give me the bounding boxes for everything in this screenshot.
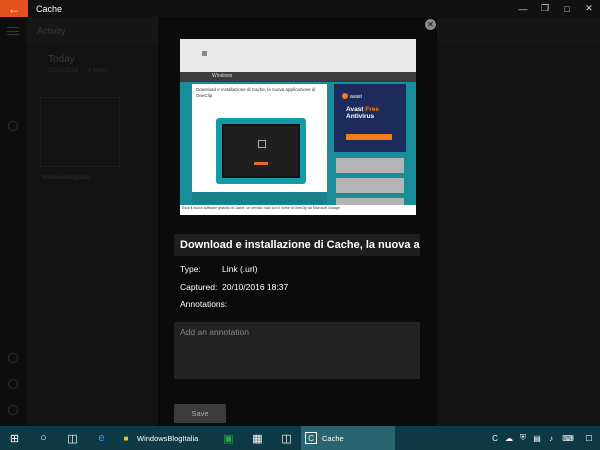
store-icon[interactable]: ▦: [243, 426, 272, 450]
preview-ad: avast Avast Free Antivirus: [334, 84, 406, 152]
task-view-icon[interactable]: ◫: [58, 426, 87, 450]
taskbar-app-cache[interactable]: C Cache: [301, 426, 395, 450]
captured-value: 20/10/2016 18:37: [222, 282, 289, 292]
app-icon[interactable]: ▣: [214, 426, 243, 450]
back-button[interactable]: ←: [0, 0, 28, 17]
close-icon: ✕: [427, 20, 434, 29]
taskbar-app-windowsblogitalia[interactable]: ■ WindowsBlogItalia: [116, 426, 214, 450]
cache-icon: C: [305, 432, 317, 444]
preview-headline: Download e installazione di Cache, la nu…: [196, 87, 316, 98]
annotations-label: Annotations:: [180, 299, 228, 309]
minimize-icon[interactable]: —: [512, 0, 534, 17]
preview-screenshot: [216, 118, 306, 184]
maximize-icon[interactable]: □: [556, 0, 578, 17]
cortana-icon[interactable]: ○: [29, 426, 58, 450]
preview-nav-text: Windows: [212, 73, 233, 79]
notifications-icon[interactable]: ☐: [578, 434, 600, 443]
type-label: Type:: [180, 264, 201, 274]
windows-start-icon[interactable]: ⊞: [0, 426, 29, 450]
restore-icon[interactable]: ❐: [534, 0, 556, 17]
title-bar: ← Cache — ❐ □ ✕: [0, 0, 600, 17]
folder-icon: ■: [123, 433, 129, 443]
annotation-input[interactable]: Add an annotation: [174, 322, 420, 379]
close-window-icon[interactable]: ✕: [578, 0, 600, 17]
office-icon[interactable]: ◫: [272, 426, 301, 450]
cache-tray-icon[interactable]: C: [488, 434, 502, 443]
site-logo: [202, 51, 207, 56]
save-button[interactable]: Save: [174, 404, 226, 423]
captured-label: Captured:: [180, 282, 218, 292]
preview-caption: Ecco il nuovo software gratuito di Cache…: [180, 205, 416, 215]
keyboard-icon[interactable]: ⌨: [558, 434, 578, 443]
edge-icon[interactable]: e: [87, 426, 116, 450]
arrow-left-icon: ←: [8, 1, 20, 16]
app-title: Cache: [36, 3, 63, 14]
page-preview-image: Windows Download e installazione di Cach…: [180, 39, 416, 215]
avast-logo: [342, 93, 348, 99]
system-tray: C ☁ ⛨ ▤ ♪ ⌨ ☐: [488, 426, 600, 450]
defender-icon[interactable]: ⛨: [516, 433, 530, 443]
preview-article: Download e installazione di Cache, la nu…: [192, 84, 327, 204]
close-dialog-button[interactable]: ✕: [425, 19, 436, 30]
volume-icon[interactable]: ♪: [544, 434, 558, 443]
onedrive-icon[interactable]: ☁: [502, 434, 516, 443]
network-icon[interactable]: ▤: [530, 434, 544, 443]
item-title: Download e installazione di Cache, la nu…: [174, 234, 420, 256]
taskbar: ⊞ ○ ◫ e ■ WindowsBlogItalia ▣ ▦ ◫ C Cach…: [0, 426, 600, 450]
type-value: Link (.url): [222, 264, 258, 274]
